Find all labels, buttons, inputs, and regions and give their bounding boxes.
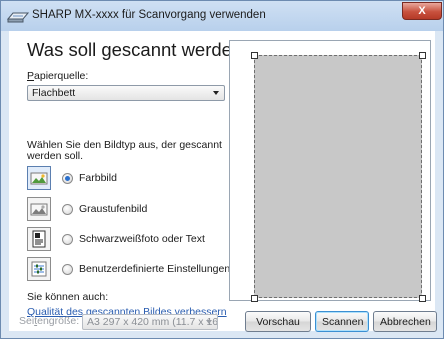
radio-grayscale[interactable] bbox=[62, 204, 73, 215]
option-black-white-label: Schwarzweißfoto oder Text bbox=[79, 233, 205, 245]
option-grayscale-label: Graustufenbild bbox=[79, 203, 148, 215]
close-button[interactable]: X bbox=[402, 2, 442, 20]
crop-handle-top-right[interactable] bbox=[419, 52, 426, 59]
paper-source-label: Papierquelle: bbox=[27, 70, 89, 82]
chevron-down-icon bbox=[213, 91, 219, 95]
option-black-white[interactable]: Schwarzweißfoto oder Text bbox=[27, 227, 227, 253]
page-title: Was soll gescannt werden? bbox=[27, 39, 253, 60]
black-white-text-icon bbox=[27, 227, 51, 251]
radio-color[interactable] bbox=[62, 173, 73, 184]
preview-button[interactable]: Vorschau bbox=[245, 311, 311, 332]
grayscale-picture-icon bbox=[27, 197, 51, 221]
paper-source-value: Flachbett bbox=[32, 87, 76, 99]
paper-source-select[interactable]: Flachbett bbox=[27, 85, 225, 101]
page-size-label: Seitengröße: bbox=[19, 315, 80, 327]
page-size-select[interactable]: A3 297 x 420 mm (11.7 x 16.5 in bbox=[82, 314, 218, 330]
option-custom-label: Benutzerdefinierte Einstellungen bbox=[79, 263, 231, 275]
cancel-button[interactable]: Abbrechen bbox=[373, 311, 437, 332]
color-picture-icon bbox=[27, 166, 51, 190]
image-type-description: Wählen Sie den Bildtyp aus, der gescannt… bbox=[27, 139, 222, 162]
preview-pane[interactable] bbox=[229, 40, 431, 302]
option-grayscale[interactable]: Graustufenbild bbox=[27, 197, 227, 223]
custom-settings-icon bbox=[27, 257, 51, 281]
page-size-value: A3 297 x 420 mm (11.7 x 16.5 in bbox=[87, 316, 218, 328]
scan-button[interactable]: Scannen bbox=[315, 311, 369, 332]
window-title: SHARP MX-xxxx für Scanvorgang verwenden bbox=[32, 9, 266, 21]
scan-area[interactable] bbox=[254, 55, 422, 298]
crop-handle-top-left[interactable] bbox=[251, 52, 258, 59]
dialog-content: Was soll gescannt werden? Papierquelle: … bbox=[9, 31, 435, 331]
option-custom[interactable]: Benutzerdefinierte Einstellungen bbox=[27, 257, 231, 283]
option-color-label: Farbbild bbox=[79, 172, 117, 184]
chevron-down-icon bbox=[206, 320, 212, 324]
option-color[interactable]: Farbbild bbox=[27, 166, 227, 192]
scan-dialog-window: SHARP MX-xxxx für Scanvorgang verwenden … bbox=[0, 0, 444, 339]
title-bar[interactable]: SHARP MX-xxxx für Scanvorgang verwenden … bbox=[1, 1, 443, 31]
radio-custom[interactable] bbox=[62, 264, 73, 275]
footer-bar: Seitengröße: A3 297 x 420 mm (11.7 x 16.… bbox=[1, 301, 443, 338]
settings-panel: Was soll gescannt werden? Papierquelle: … bbox=[9, 31, 253, 331]
scanner-icon bbox=[7, 12, 29, 23]
radio-black-white[interactable] bbox=[62, 234, 73, 245]
